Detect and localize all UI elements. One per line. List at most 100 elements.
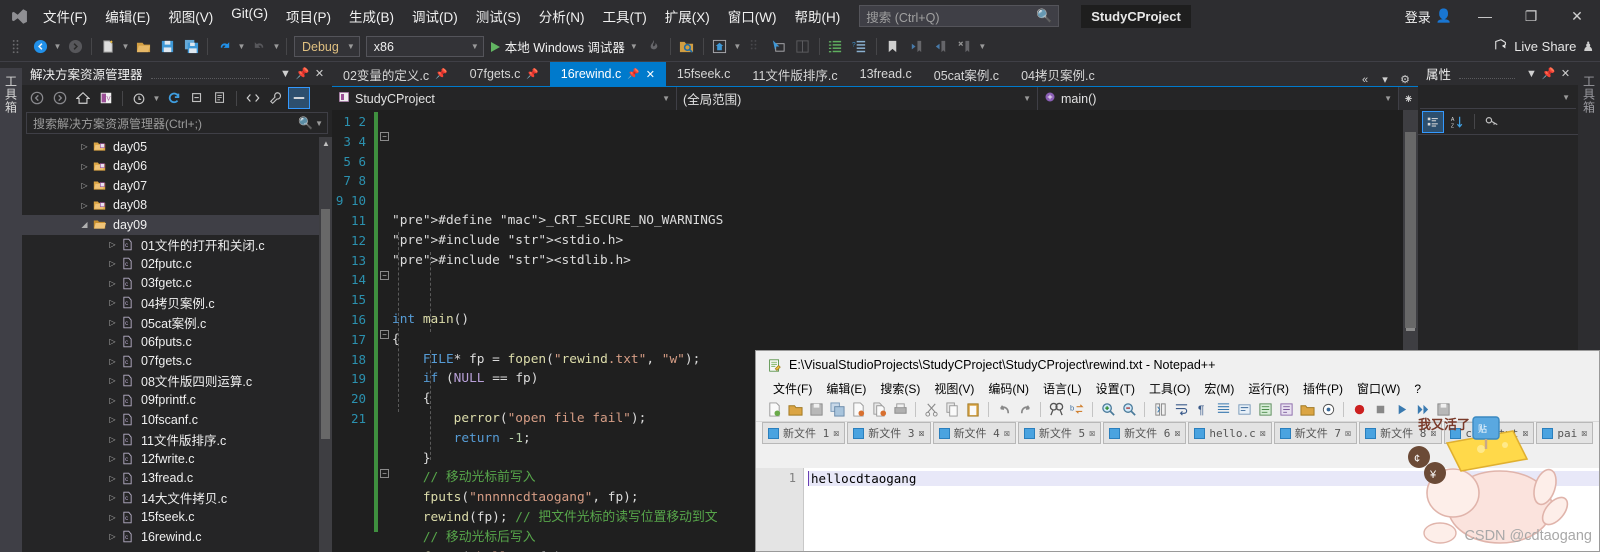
sync-scroll-vertical-icon[interactable] — [1150, 400, 1170, 420]
tab-overflow-left-icon[interactable]: « — [1356, 74, 1374, 86]
tree-expander-icon[interactable]: ▷ — [78, 201, 91, 210]
npp-tab-新文件 6[interactable]: 新文件 6 ☒ — [1103, 422, 1187, 444]
tab-close-icon[interactable]: ✕ — [646, 68, 655, 81]
new-project-icon[interactable] — [96, 35, 120, 59]
npp-menu-8[interactable]: 宏(M) — [1197, 380, 1241, 397]
solution-explorer-home-icon[interactable] — [708, 35, 732, 59]
npp-menu-11[interactable]: 窗口(W) — [1350, 380, 1407, 397]
toolbar-options-grip[interactable] — [4, 35, 28, 59]
tree-expander-icon[interactable]: ▷ — [78, 142, 91, 151]
panel-pin-icon[interactable]: 📌 — [1540, 64, 1557, 84]
function-list-icon[interactable] — [1276, 400, 1296, 420]
tree-item-06fputs.c[interactable]: ▷ C 06fputs.c — [22, 332, 332, 352]
panel-menu-icon[interactable]: ▼ — [1523, 64, 1540, 84]
forward-icon[interactable] — [49, 87, 71, 109]
redo-icon[interactable] — [1015, 400, 1035, 420]
save-icon[interactable] — [155, 35, 179, 59]
npp-menu-12[interactable]: ? — [1407, 382, 1428, 396]
search-folder-icon[interactable] — [675, 35, 699, 59]
npp-tab-close-icon[interactable]: ☒ — [833, 428, 839, 439]
tree-item-11文件版排序.c[interactable]: ▷ C 11文件版排序.c — [22, 430, 332, 450]
toolbar-overflow-icon[interactable]: ▼ — [732, 35, 743, 59]
tree-item-10fscanf.c[interactable]: ▷ C 10fscanf.c — [22, 410, 332, 430]
new-project-dropdown-icon[interactable]: ▼ — [120, 35, 131, 59]
menu-7[interactable]: 测试(S) — [467, 2, 530, 30]
editor-tab-15fseek.c[interactable]: 15fseek.c — [666, 62, 742, 86]
npp-menu-6[interactable]: 设置(T) — [1089, 380, 1142, 397]
tree-item-02fputc.c[interactable]: ▷ C 02fputc.c — [22, 254, 332, 274]
tab-pin-icon[interactable]: 📌 — [526, 69, 538, 80]
menu-2[interactable]: 视图(V) — [159, 2, 222, 30]
solution-explorer-search-input[interactable]: 搜索解决方案资源管理器(Ctrl+;) 🔍 ▼ — [26, 112, 328, 134]
property-pages-key-icon[interactable] — [1481, 111, 1503, 133]
npp-tab-close-icon[interactable]: ☒ — [1260, 428, 1266, 439]
npp-menu-10[interactable]: 插件(P) — [1296, 380, 1350, 397]
npp-menu-1[interactable]: 编辑(E) — [819, 380, 873, 397]
editor-tab-04拷贝案例.c[interactable]: 04拷贝案例.c — [1010, 62, 1106, 86]
tree-item-day05[interactable]: ▷ day05 — [22, 137, 332, 157]
compare-files-icon[interactable] — [791, 35, 815, 59]
fold-toggle[interactable]: − — [380, 271, 389, 280]
fold-toggle[interactable]: − — [380, 330, 389, 339]
tree-item-08文件版四则运算.c[interactable]: ▷ C 08文件版四则运算.c — [22, 371, 332, 391]
tree-expander-icon[interactable]: ▷ — [106, 493, 119, 502]
close-button[interactable]: ✕ — [1554, 0, 1600, 32]
menu-9[interactable]: 工具(T) — [594, 2, 656, 30]
view-code-icon[interactable] — [242, 87, 264, 109]
tab-pin-icon[interactable]: 📌 — [627, 69, 639, 80]
scrollbar-thumb[interactable] — [1405, 132, 1416, 328]
show-all-files-icon[interactable] — [209, 87, 231, 109]
start-debug-button[interactable]: 本地 Windows 调试器 ▼ — [487, 37, 642, 56]
back-icon[interactable] — [26, 87, 48, 109]
collapse-all-icon[interactable] — [186, 87, 208, 109]
npp-tab-close-icon[interactable]: ☒ — [1004, 428, 1010, 439]
minimize-button[interactable]: — — [1462, 0, 1508, 32]
navigate-backward-icon[interactable] — [28, 35, 52, 59]
menu-8[interactable]: 分析(N) — [530, 2, 594, 30]
editor-tab-16rewind.c[interactable]: 16rewind.c 📌 ✕ — [549, 62, 666, 86]
npp-tab-close-icon[interactable]: ☒ — [1345, 428, 1351, 439]
npp-tab-pai[interactable]: pai ☒ — [1536, 422, 1594, 444]
folder-as-workspace-icon[interactable] — [1297, 400, 1317, 420]
menu-3[interactable]: Git(G) — [222, 2, 277, 30]
undo-dropdown-icon[interactable]: ▼ — [236, 35, 247, 59]
notepadpp-window[interactable]: E:\VisualStudioProjects\StudyCProject\St… — [755, 350, 1600, 552]
npp-menu-9[interactable]: 运行(R) — [1241, 380, 1296, 397]
npp-tab-新文件 3[interactable]: 新文件 3 ☒ — [847, 422, 931, 444]
tree-item-05cat案例.c[interactable]: ▷ C 05cat案例.c — [22, 313, 332, 333]
user-language-icon[interactable] — [1234, 400, 1254, 420]
panel-pin-icon[interactable]: 📌 — [294, 64, 311, 84]
sign-in-button[interactable]: 登录 👤 — [1395, 7, 1462, 26]
tree-item-16rewind.c[interactable]: ▷ C 16rewind.c — [22, 527, 332, 547]
tree-item-12fwrite.c[interactable]: ▷ C 12fwrite.c — [22, 449, 332, 469]
open-file-icon[interactable] — [131, 35, 155, 59]
nav-scope-dropdown[interactable]: (全局范围) ▼ — [677, 87, 1038, 110]
panel-menu-icon[interactable]: ▼ — [277, 64, 294, 84]
hot-reload-icon[interactable] — [642, 35, 666, 59]
find-icon[interactable] — [1046, 400, 1066, 420]
nav-project-dropdown[interactable]: StudyCProject ▼ — [332, 87, 677, 110]
comment-lines-icon[interactable] — [824, 35, 848, 59]
editor-tab-05cat案例.c[interactable]: 05cat案例.c — [923, 62, 1010, 86]
fold-toggle[interactable]: − — [380, 132, 389, 141]
solution-configuration-dropdown[interactable]: Debug ▼ — [294, 36, 360, 57]
navigate-backward-dropdown-icon[interactable]: ▼ — [52, 35, 63, 59]
refresh-icon[interactable] — [163, 87, 185, 109]
tree-item-07fgets.c[interactable]: ▷ C 07fgets.c — [22, 352, 332, 372]
tree-expander-icon[interactable]: ▷ — [106, 435, 119, 444]
save-all-icon[interactable] — [179, 35, 203, 59]
npp-menu-7[interactable]: 工具(O) — [1142, 380, 1197, 397]
tab-settings-gear-icon[interactable]: ⚙ — [1396, 73, 1414, 86]
tree-item-15fseek.c[interactable]: ▷ C 15fseek.c — [22, 508, 332, 528]
home-icon[interactable] — [72, 87, 94, 109]
split-editor-icon[interactable]: ⁕ — [1399, 87, 1418, 110]
npp-menu-2[interactable]: 搜索(S) — [873, 380, 927, 397]
tab-pin-icon[interactable]: 📌 — [435, 69, 447, 80]
npp-tab-close-icon[interactable]: ☒ — [1089, 428, 1095, 439]
tree-expander-icon[interactable]: ▷ — [106, 454, 119, 463]
monitor-file-icon[interactable] — [1318, 400, 1338, 420]
clear-bookmarks-icon[interactable] — [953, 35, 977, 59]
tree-expander-icon[interactable]: ▷ — [106, 337, 119, 346]
scrollbar-thumb[interactable] — [321, 209, 330, 439]
npp-tab-新文件 1[interactable]: 新文件 1 ☒ — [762, 422, 846, 444]
